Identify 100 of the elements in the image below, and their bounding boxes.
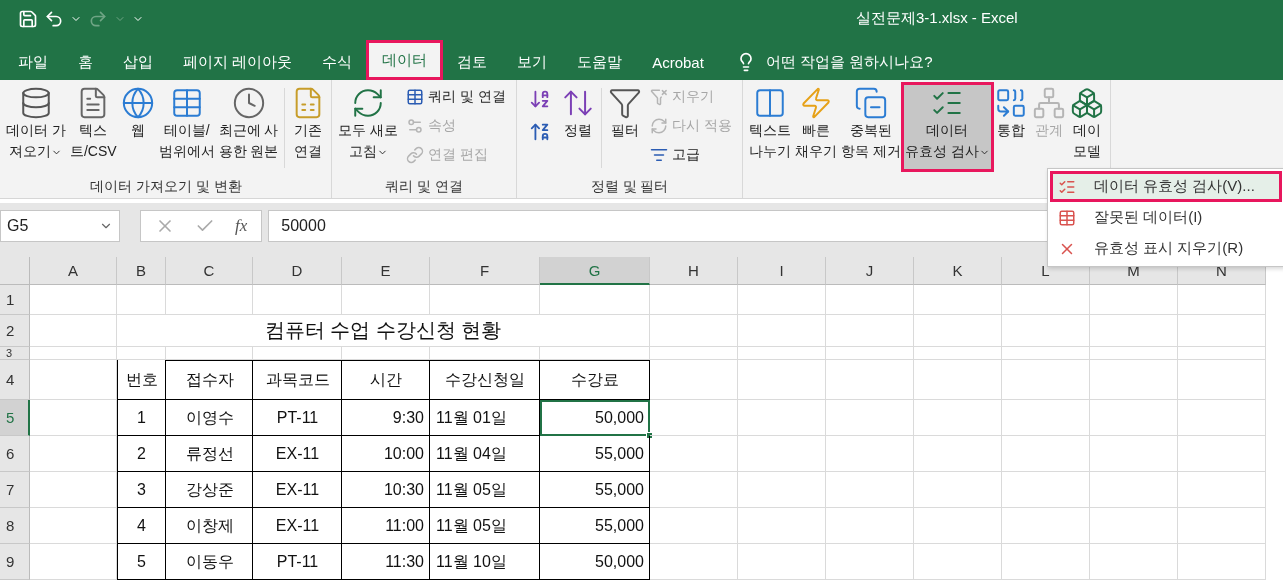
sheet-cell[interactable] bbox=[826, 508, 914, 544]
sheet-cell[interactable] bbox=[1178, 508, 1266, 544]
ribbon-button[interactable]: 필터 bbox=[606, 84, 645, 170]
sheet-cell[interactable] bbox=[117, 285, 166, 315]
sheet-cell[interactable] bbox=[1002, 508, 1090, 544]
sheet-cell[interactable] bbox=[650, 472, 738, 508]
sheet-cell[interactable] bbox=[1090, 508, 1178, 544]
sheet-cell[interactable] bbox=[30, 544, 117, 580]
row-header[interactable]: 1 bbox=[0, 285, 30, 315]
sheet-cell[interactable] bbox=[738, 508, 826, 544]
ribbon-button[interactable]: 통합 bbox=[991, 84, 1030, 170]
ribbon-button[interactable]: 고급 bbox=[648, 142, 735, 168]
ribbon-button[interactable]: 텍스 트/CSV bbox=[67, 84, 119, 170]
sheet-cell[interactable] bbox=[914, 360, 1002, 400]
sheet-cell[interactable] bbox=[342, 285, 430, 315]
sheet-cell[interactable] bbox=[1178, 436, 1266, 472]
ribbon-button[interactable]: 데이터 가 져오기 bbox=[4, 84, 68, 170]
sheet-cell[interactable] bbox=[738, 400, 826, 436]
ribbon-button[interactable]: 데이 모델 bbox=[1067, 84, 1106, 170]
sheet-cell[interactable] bbox=[738, 347, 826, 360]
ribbon-button[interactable]: 최근에 사 용한 원본 bbox=[216, 84, 281, 170]
sheet-cell[interactable] bbox=[650, 315, 738, 347]
menu-item[interactable]: 데이터 유효성 검사(V)... bbox=[1050, 171, 1282, 202]
row-header[interactable]: 8 bbox=[0, 508, 30, 544]
column-header[interactable]: C bbox=[166, 257, 253, 285]
ribbon-tab[interactable]: 홈 bbox=[64, 44, 107, 80]
ribbon-tab[interactable]: 검토 bbox=[443, 44, 502, 80]
sheet-cell[interactable] bbox=[1090, 436, 1178, 472]
ribbon-tab[interactable]: 수식 bbox=[308, 44, 367, 80]
sheet-cell[interactable] bbox=[914, 315, 1002, 347]
sheet-cell[interactable] bbox=[738, 315, 826, 347]
row-header[interactable]: 2 bbox=[0, 315, 30, 347]
column-header[interactable]: F bbox=[430, 257, 540, 285]
sheet-cell[interactable] bbox=[650, 400, 738, 436]
ribbon-tab[interactable]: 삽입 bbox=[109, 44, 167, 80]
column-header[interactable]: J bbox=[826, 257, 914, 285]
ribbon-tab[interactable]: 도움말 bbox=[563, 44, 637, 80]
select-all-corner[interactable] bbox=[0, 257, 30, 285]
sheet-cell[interactable] bbox=[914, 472, 1002, 508]
sheet-cell[interactable] bbox=[650, 360, 738, 400]
sheet-cell[interactable] bbox=[826, 360, 914, 400]
sheet-cell[interactable] bbox=[1002, 347, 1090, 360]
save-icon[interactable] bbox=[18, 8, 38, 29]
ribbon-button[interactable]: 데이터 유효성 검사 bbox=[902, 84, 992, 170]
ribbon-button[interactable]: 웹 bbox=[118, 84, 157, 170]
sheet-cell[interactable] bbox=[738, 360, 826, 400]
sheet-cell[interactable] bbox=[30, 360, 117, 400]
column-header[interactable]: G bbox=[540, 257, 650, 285]
ribbon-tab[interactable]: 파일 bbox=[4, 44, 62, 80]
ribbon-button[interactable]: 쿼리 및 연결 bbox=[404, 84, 509, 110]
sheet-cell[interactable] bbox=[650, 544, 738, 580]
sheet-cell[interactable] bbox=[1090, 360, 1178, 400]
sheet-cell[interactable] bbox=[1002, 544, 1090, 580]
sheet-cell[interactable] bbox=[430, 285, 540, 315]
sheet-cell[interactable] bbox=[430, 347, 540, 360]
sheet-cell[interactable] bbox=[30, 347, 117, 360]
ribbon-button[interactable]: 정렬 bbox=[559, 84, 598, 170]
sheet-cell[interactable] bbox=[1090, 347, 1178, 360]
ribbon-button[interactable]: 모두 새로 고침 bbox=[336, 84, 401, 170]
sheet-cell[interactable] bbox=[117, 347, 166, 360]
column-header[interactable]: I bbox=[738, 257, 826, 285]
column-header[interactable]: D bbox=[253, 257, 342, 285]
row-header[interactable]: 9 bbox=[0, 544, 30, 580]
sheet-cell[interactable] bbox=[166, 347, 253, 360]
row-header[interactable]: 7 bbox=[0, 472, 30, 508]
sheet-cell[interactable] bbox=[1090, 472, 1178, 508]
sheet-cell[interactable] bbox=[826, 472, 914, 508]
sheet-cell[interactable] bbox=[30, 472, 117, 508]
sheet-cell[interactable] bbox=[1090, 400, 1178, 436]
sheet-cell[interactable] bbox=[1090, 544, 1178, 580]
sheet-cell[interactable] bbox=[30, 400, 117, 436]
sheet-cell[interactable] bbox=[1178, 544, 1266, 580]
sheet-cell[interactable] bbox=[1090, 315, 1178, 347]
column-header[interactable]: E bbox=[342, 257, 430, 285]
sheet-cell[interactable] bbox=[826, 436, 914, 472]
row-header[interactable]: 3 bbox=[0, 347, 30, 360]
sheet-cell[interactable] bbox=[1178, 472, 1266, 508]
sheet-cell[interactable] bbox=[914, 400, 1002, 436]
column-header[interactable]: K bbox=[914, 257, 1002, 285]
column-header[interactable]: A bbox=[30, 257, 117, 285]
row-header[interactable]: 5 bbox=[0, 400, 30, 436]
sheet-cell[interactable] bbox=[914, 508, 1002, 544]
sheet-cell[interactable] bbox=[1090, 285, 1178, 315]
tell-me-field[interactable]: 어떤 작업을 원하시나요? bbox=[765, 52, 933, 72]
ribbon-tab[interactable]: 데이터 bbox=[368, 42, 442, 78]
sheet-cell[interactable] bbox=[30, 315, 117, 347]
sheet-cell[interactable] bbox=[166, 285, 253, 315]
sheet-cell[interactable] bbox=[30, 285, 117, 315]
sheet-cell[interactable] bbox=[914, 544, 1002, 580]
sheet-cell[interactable] bbox=[914, 285, 1002, 315]
ribbon-button[interactable]: 중복된 항목 제거 bbox=[839, 84, 903, 170]
row-header[interactable]: 6 bbox=[0, 436, 30, 472]
sheet-cell[interactable] bbox=[738, 544, 826, 580]
sheet-cell[interactable] bbox=[826, 315, 914, 347]
sheet-cell[interactable] bbox=[826, 347, 914, 360]
sheet-cell[interactable] bbox=[253, 285, 342, 315]
sheet-cell[interactable] bbox=[540, 347, 650, 360]
column-header[interactable]: B bbox=[117, 257, 166, 285]
sheet-cell[interactable] bbox=[650, 436, 738, 472]
sheet-cell[interactable] bbox=[253, 347, 342, 360]
